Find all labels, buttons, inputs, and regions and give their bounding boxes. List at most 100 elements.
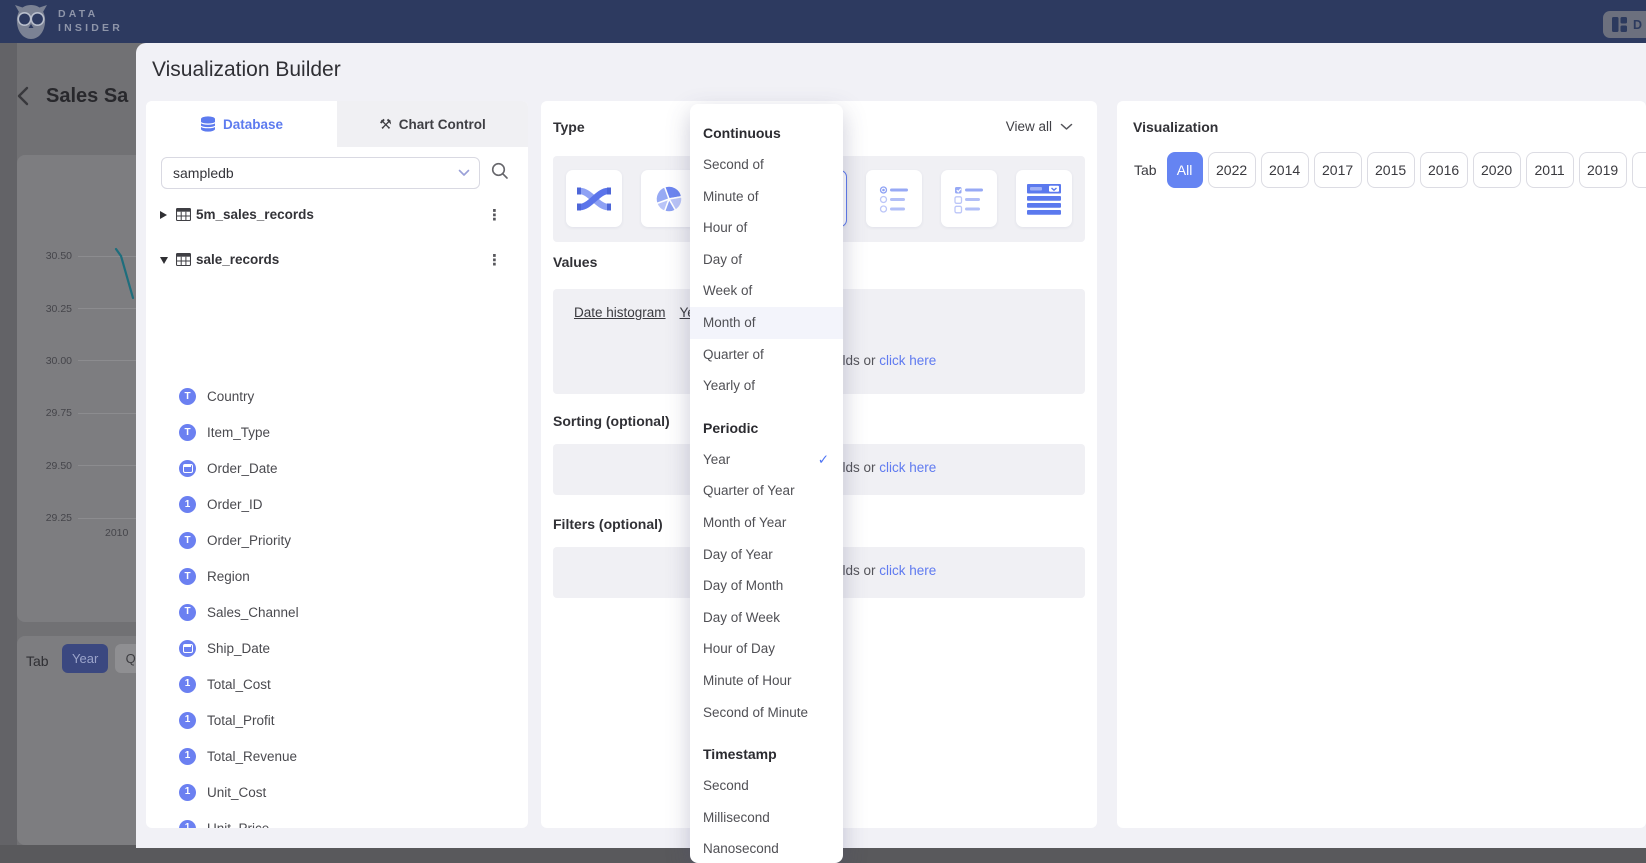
- dropdown-option[interactable]: Millisecond: [690, 802, 843, 834]
- dropdown-option[interactable]: Day of Year: [690, 539, 843, 571]
- year-tab[interactable]: 2015: [1367, 152, 1415, 188]
- dropdown-option[interactable]: Timestamp: [690, 738, 843, 770]
- year-tab[interactable]: 2016: [1420, 152, 1468, 188]
- dropdown-option[interactable]: Minute of Hour: [690, 665, 843, 697]
- back-icon[interactable]: [15, 85, 31, 107]
- table-tree-item[interactable]: sale_records ⋮: [146, 237, 528, 282]
- field-type-icon: T: [179, 532, 196, 549]
- field-list: T Country T Item_Type Order_Date 1: [146, 379, 528, 828]
- dropdown-option[interactable]: Hour of Day: [690, 633, 843, 665]
- value-pills: Date histogramYe: [574, 305, 695, 320]
- kebab-menu-icon[interactable]: ⋮: [487, 206, 502, 224]
- owl-logo[interactable]: [12, 3, 50, 40]
- table-tree-item[interactable]: 5m_sales_records ⋮: [146, 192, 528, 237]
- dropdown-option[interactable]: Month of Year: [690, 507, 843, 539]
- dropdown-option[interactable]: Minute of: [690, 181, 843, 213]
- kebab-menu-icon[interactable]: ⋮: [487, 251, 502, 269]
- dropdown-option[interactable]: Day of Week: [690, 602, 843, 634]
- field-type-icon: T: [179, 424, 196, 441]
- field-item[interactable]: T Sales_Channel: [146, 595, 528, 631]
- sorting-section-title: Sorting (optional): [553, 413, 670, 429]
- year-tab-bar: Tab All202220142017201520162020201120192: [1134, 152, 1646, 188]
- dropdown-option[interactable]: Periodic: [690, 412, 843, 444]
- dropdown-option[interactable]: Day of Month: [690, 570, 843, 602]
- search-icon[interactable]: [491, 162, 509, 180]
- table-icon: [176, 208, 191, 221]
- chart-type-table[interactable]: [1016, 170, 1072, 227]
- click-here-link[interactable]: click here: [879, 563, 936, 578]
- screen: Sales Sa 30.5030.2530.0029.7529.5029.25 …: [0, 0, 1646, 863]
- year-tab[interactable]: All: [1167, 152, 1203, 188]
- year-tab[interactable]: 2: [1632, 152, 1646, 188]
- background-tab-button[interactable]: Year: [62, 644, 108, 673]
- year-tab[interactable]: 2022: [1208, 152, 1256, 188]
- field-type-icon: 1: [179, 496, 196, 513]
- field-item[interactable]: 1 Total_Profit: [146, 702, 528, 738]
- chevron-down-icon: [458, 169, 470, 177]
- sankey-chart-icon: [577, 185, 611, 213]
- dashboard-button[interactable]: D: [1603, 11, 1646, 38]
- year-tab[interactable]: 2011: [1526, 152, 1574, 188]
- dropdown-option[interactable]: Quarter of: [690, 339, 843, 371]
- dashboard-icon: [1612, 17, 1627, 32]
- dropdown-option[interactable]: Second: [690, 770, 843, 802]
- x-tick: 2010: [105, 527, 128, 539]
- chart-type-sankey[interactable]: [566, 170, 622, 227]
- checkbox-list-icon: [954, 184, 984, 214]
- values-section-title: Values: [553, 254, 597, 270]
- field-item[interactable]: T Country: [146, 379, 528, 415]
- year-tab[interactable]: 2017: [1314, 152, 1362, 188]
- click-here-link[interactable]: click here: [879, 353, 936, 368]
- table-tree: 5m_sales_records ⋮: [146, 192, 528, 282]
- caret-icon[interactable]: [160, 251, 176, 269]
- field-item[interactable]: 1 Total_Cost: [146, 666, 528, 702]
- type-section-title: Type: [553, 119, 585, 135]
- table-icon: [176, 253, 191, 266]
- field-item[interactable]: T Region: [146, 559, 528, 595]
- database-panel: Database ⚒ Chart Control sampledb: [146, 101, 528, 828]
- background-chart: 30.5030.2530.0029.7529.5029.25 2010: [17, 155, 136, 622]
- dropdown-option[interactable]: Yearly of: [690, 370, 843, 402]
- field-item[interactable]: Ship_Date: [146, 630, 528, 666]
- sorting-hint: elds or click here: [835, 460, 936, 475]
- dropdown-option[interactable]: Week of: [690, 275, 843, 307]
- filters-hint: elds or click here: [835, 563, 936, 578]
- field-item[interactable]: 1 Total_Revenue: [146, 738, 528, 774]
- field-type-icon: T: [179, 388, 196, 405]
- field-item[interactable]: 1 Unit_Price: [146, 810, 528, 828]
- dropdown-option[interactable]: Month of: [690, 307, 843, 339]
- dropdown-option[interactable]: Year: [690, 444, 843, 476]
- filters-section-title: Filters (optional): [553, 516, 663, 532]
- view-all-button[interactable]: View all: [1006, 119, 1073, 134]
- field-item[interactable]: T Order_Priority: [146, 523, 528, 559]
- tab-chart-control[interactable]: ⚒ Chart Control: [337, 101, 528, 147]
- click-here-link[interactable]: click here: [879, 460, 936, 475]
- tools-icon: ⚒: [379, 116, 392, 133]
- visualization-panel: Visualization Tab All2022201420172015201…: [1117, 101, 1646, 828]
- chart-type-checkbox-list[interactable]: [941, 170, 997, 227]
- table-chart-icon: [1026, 183, 1062, 215]
- pie-chart-icon: [653, 183, 685, 215]
- dropdown-option[interactable]: Second of Minute: [690, 697, 843, 729]
- value-pill[interactable]: Date histogram: [574, 305, 666, 320]
- dropdown-option[interactable]: Hour of: [690, 212, 843, 244]
- dropdown-option[interactable]: Second of: [690, 149, 843, 181]
- radio-list-icon: [879, 184, 909, 214]
- field-item[interactable]: 1 Order_ID: [146, 487, 528, 523]
- field-type-icon: 1: [179, 712, 196, 729]
- datasource-select[interactable]: sampledb: [161, 157, 480, 189]
- field-item[interactable]: Order_Date: [146, 451, 528, 487]
- dropdown-option[interactable]: Quarter of Year: [690, 475, 843, 507]
- chart-type-pie[interactable]: [641, 170, 697, 227]
- year-tab[interactable]: 2014: [1261, 152, 1309, 188]
- year-tab[interactable]: 2019: [1579, 152, 1627, 188]
- year-tab[interactable]: 2020: [1473, 152, 1521, 188]
- dropdown-option[interactable]: Day of: [690, 244, 843, 276]
- caret-icon[interactable]: [160, 206, 176, 224]
- tab-database[interactable]: Database: [146, 101, 337, 147]
- dropdown-option[interactable]: Continuous: [690, 117, 843, 149]
- chart-type-radio-list[interactable]: [866, 170, 922, 227]
- field-item[interactable]: T Item_Type: [146, 415, 528, 451]
- dropdown-option[interactable]: Nanosecond: [690, 833, 843, 863]
- field-item[interactable]: 1 Unit_Cost: [146, 774, 528, 810]
